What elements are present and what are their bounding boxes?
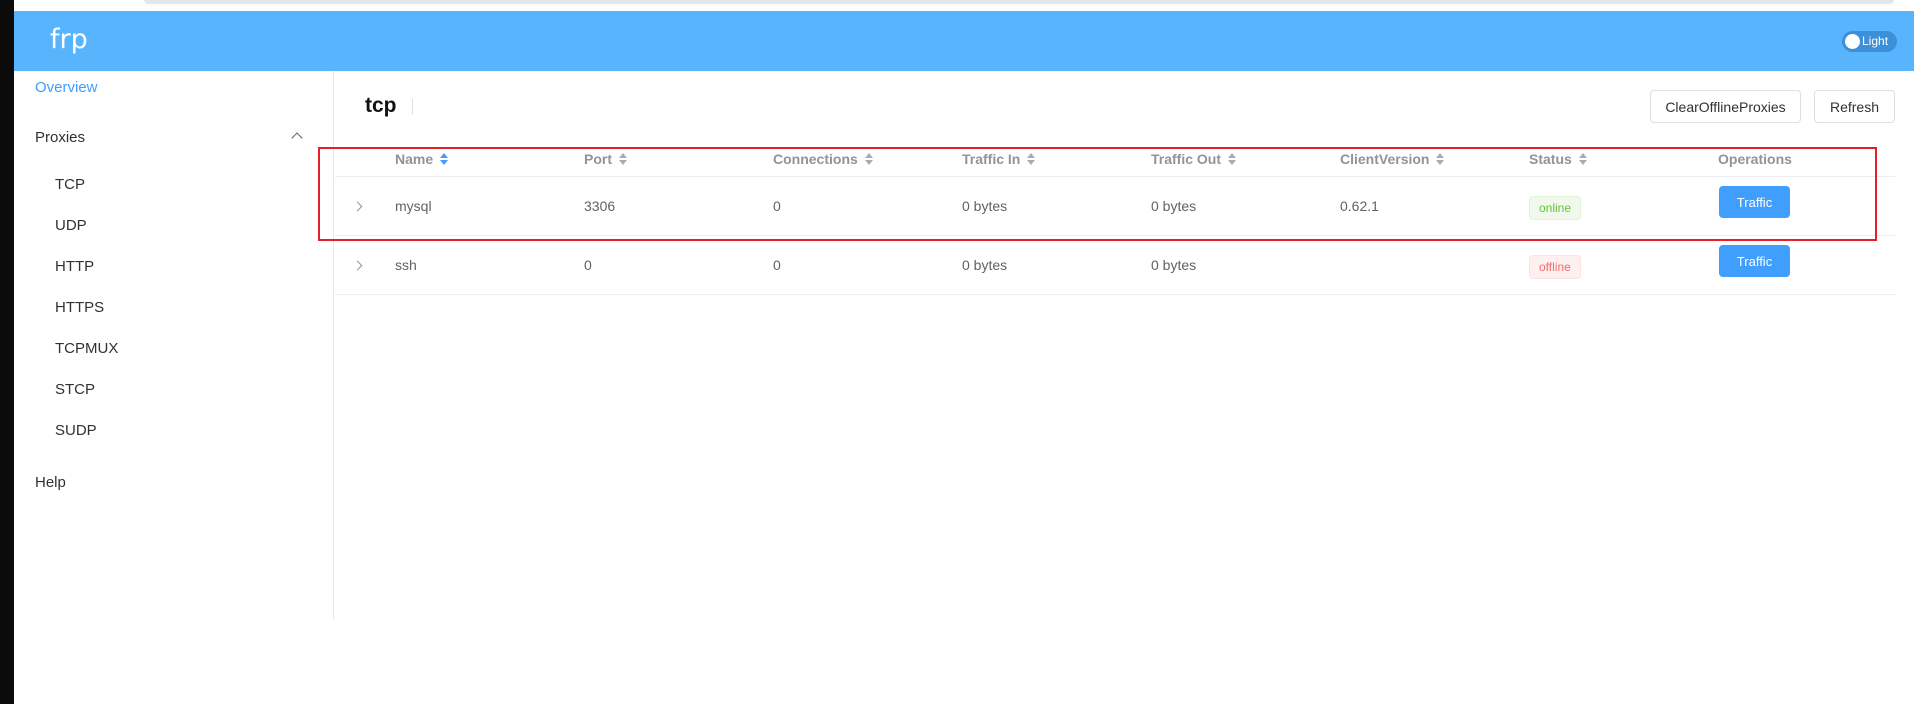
title-divider (412, 99, 413, 115)
left-dark-strip (0, 0, 14, 704)
theme-label: Light (1862, 34, 1889, 48)
status-badge: offline (1529, 255, 1581, 279)
toggle-knob (1845, 34, 1860, 49)
app-window: frp Light Overview Proxies TCP UDP HTTP … (0, 0, 1914, 704)
sidebar-item-tcpmux[interactable]: TCPMUX (55, 340, 118, 357)
app-logo: frp (50, 24, 88, 55)
header-bar: frp Light (14, 11, 1914, 71)
expand-chevron-icon[interactable] (352, 260, 363, 271)
menu-help[interactable]: Help (35, 474, 66, 491)
cell-name: ssh (395, 257, 417, 273)
table-row: ssh 0 0 0 bytes 0 bytes offline Traffic (335, 236, 1895, 295)
top-tab-bar (144, 0, 1894, 4)
sidebar-item-stcp[interactable]: STCP (55, 381, 95, 398)
cell-traffic-out: 0 bytes (1151, 257, 1197, 273)
sidebar-item-http[interactable]: HTTP (55, 258, 94, 275)
menu-overview[interactable]: Overview (35, 79, 98, 96)
highlight-annotation (318, 147, 1877, 241)
page-title: tcp (365, 94, 397, 117)
top-strip (14, 0, 1914, 11)
cell-port: 0 (584, 257, 592, 273)
theme-toggle[interactable]: Light (1842, 31, 1897, 52)
sidebar-item-tcp[interactable]: TCP (55, 176, 85, 193)
sidebar-item-udp[interactable]: UDP (55, 217, 87, 234)
chevron-up-icon[interactable] (291, 132, 303, 144)
clear-offline-proxies-button[interactable]: ClearOfflineProxies (1650, 90, 1801, 123)
sidebar-item-https[interactable]: HTTPS (55, 299, 104, 316)
cell-traffic-in: 0 bytes (962, 257, 1008, 273)
cell-connections: 0 (773, 257, 781, 273)
menu-proxies[interactable]: Proxies (35, 129, 85, 146)
sidebar: Overview Proxies TCP UDP HTTP HTTPS TCPM… (14, 71, 334, 619)
traffic-button[interactable]: Traffic (1719, 245, 1790, 277)
sidebar-item-sudp[interactable]: SUDP (55, 422, 97, 439)
refresh-button[interactable]: Refresh (1814, 90, 1895, 123)
